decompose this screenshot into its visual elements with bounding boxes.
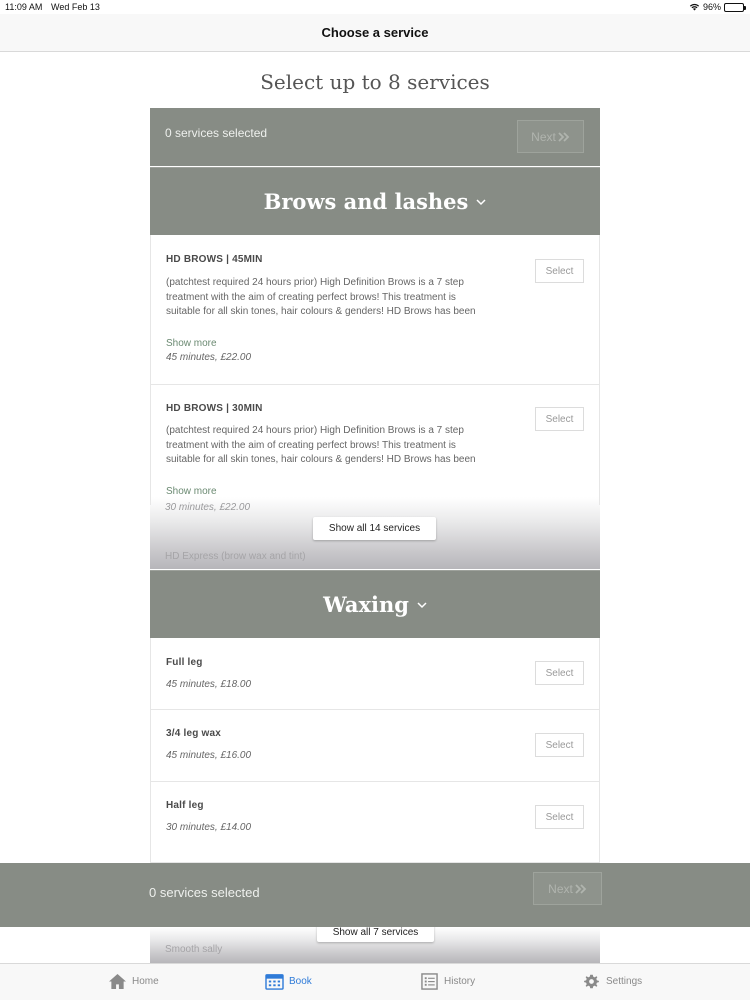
battery-icon (724, 2, 746, 12)
select-button[interactable]: Select (535, 733, 584, 757)
service-card: HD BROWS | 30MIN (patchtest required 24 … (150, 385, 600, 505)
faded-service-hint: HD Express (brow wax and tint) (165, 551, 306, 562)
selection-bar: 0 services selected Next (150, 108, 600, 166)
tab-bar: Home Book History Settings (0, 963, 750, 1000)
tab-label: Home (132, 976, 159, 987)
select-button[interactable]: Select (535, 259, 584, 283)
status-time: 11:09 AM (5, 2, 43, 12)
status-indicators: 96% (689, 2, 746, 12)
service-name: Full leg (166, 657, 203, 668)
select-button[interactable]: Select (535, 661, 584, 685)
tab-book[interactable]: Book (265, 973, 312, 990)
tab-label: Settings (606, 976, 643, 987)
service-card: Full leg 45 minutes, £18.00 Select (150, 638, 600, 710)
status-bar: 11:09 AM Wed Feb 13 96% (0, 0, 750, 14)
chevron-down-icon (476, 198, 486, 205)
category-header-brows[interactable]: Brows and lashes (150, 167, 600, 235)
service-meta: 45 minutes, £18.00 (166, 679, 252, 690)
service-name: HD BROWS | 45MIN (166, 254, 263, 265)
service-card: Half leg 30 minutes, £14.00 Select (150, 782, 600, 863)
next-label: Next (531, 129, 556, 144)
selection-count: 0 services selected (165, 126, 268, 140)
chevron-down-icon (417, 601, 427, 608)
collapsed-services-fade: 30 minutes, £22.00 HD Express (brow wax … (150, 497, 600, 569)
category-title: Waxing (323, 592, 409, 617)
service-name: HD BROWS | 30MIN (166, 403, 263, 414)
select-button[interactable]: Select (535, 805, 584, 829)
tab-settings[interactable]: Settings (582, 973, 642, 990)
home-icon (109, 973, 126, 990)
category-header-waxing[interactable]: Waxing (150, 570, 600, 638)
nav-title: Choose a service (321, 25, 429, 40)
double-chevron-right-icon (575, 883, 587, 894)
service-name: 3/4 leg wax (166, 728, 222, 739)
tab-label: Book (289, 976, 312, 987)
next-label: Next (548, 881, 573, 896)
next-button[interactable]: Next (517, 120, 584, 153)
service-card: HD BROWS | 45MIN (patchtest required 24 … (150, 235, 600, 385)
gear-icon (584, 974, 599, 989)
tab-home[interactable]: Home (108, 973, 159, 990)
show-all-services-button[interactable]: Show all 14 services (313, 517, 436, 540)
faded-service-hint: Smooth sally (165, 944, 223, 955)
category-title: Brows and lashes (263, 189, 469, 214)
service-meta: 30 minutes, £22.00 (165, 502, 251, 513)
selection-count: 0 services selected (149, 885, 260, 900)
service-meta: 45 minutes, £16.00 (166, 750, 252, 761)
sticky-selection-bar: 0 services selected Next (0, 863, 750, 927)
tab-label: History (444, 976, 476, 987)
service-meta: 30 minutes, £14.00 (166, 822, 252, 833)
collapsed-services-fade: Smooth sally Show all 7 services (150, 922, 600, 963)
select-button[interactable]: Select (535, 407, 584, 431)
double-chevron-right-icon (558, 131, 570, 142)
service-description: (patchtest required 24 hours prior) High… (166, 277, 476, 321)
service-name: Half leg (166, 800, 204, 811)
battery-percent: 96% (702, 2, 721, 12)
wifi-icon (689, 3, 700, 11)
nav-bar: Choose a service (0, 14, 750, 52)
calendar-icon (265, 974, 284, 990)
show-more-link[interactable]: Show more (166, 486, 217, 497)
show-more-link[interactable]: Show more (166, 338, 217, 349)
tab-history[interactable]: History (420, 973, 475, 990)
next-button[interactable]: Next (533, 872, 602, 905)
service-card: 3/4 leg wax 45 minutes, £16.00 Select (150, 710, 600, 782)
service-meta: 45 minutes, £22.00 (166, 352, 252, 363)
status-date: Wed Feb 13 (51, 2, 100, 12)
history-icon (421, 973, 438, 990)
service-description: (patchtest required 24 hours prior) High… (166, 425, 476, 469)
page-heading: Select up to 8 services (260, 70, 490, 94)
